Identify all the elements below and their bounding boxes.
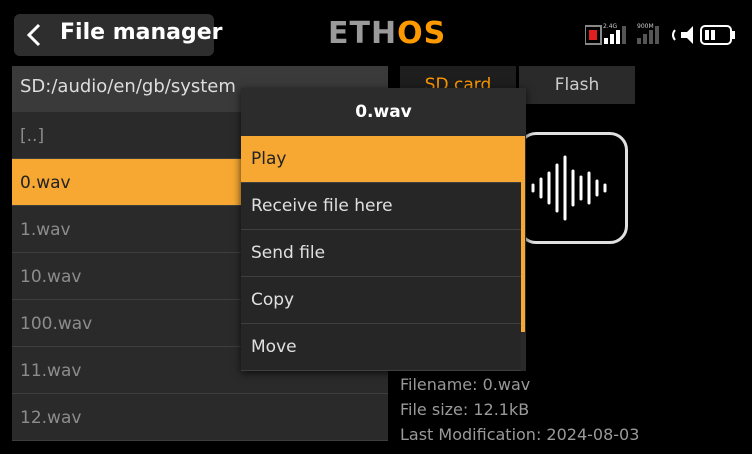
file-info: Filename: 0.wav File size: 12.1kB Last M…	[400, 372, 639, 447]
signal-2.4g-icon: 2.4G	[603, 23, 626, 44]
status-bar: 2.4G 900M	[584, 20, 740, 50]
menu-item-move[interactable]: Move	[241, 324, 521, 371]
volume-icon	[672, 26, 693, 44]
file-info-modified: Last Modification: 2024-08-03	[400, 425, 640, 444]
context-menu-title: 0.wav	[241, 88, 526, 136]
path-text: SD:/audio/en/gb/system	[20, 76, 236, 97]
file-info-filename: Filename: 0.wav	[400, 375, 531, 394]
audio-wave-icon	[518, 132, 628, 244]
header: File manager ETHOS 2.4G 900M	[0, 0, 752, 66]
file-item-12-wav[interactable]: 12.wav	[12, 394, 388, 441]
menu-item-receive-file[interactable]: Receive file here	[241, 183, 521, 230]
record-icon	[584, 25, 602, 45]
chevron-left-icon	[26, 23, 41, 47]
signal-label-900m: 900M	[637, 23, 654, 30]
menu-item-copy[interactable]: Copy	[241, 277, 521, 324]
page-title: File manager	[60, 20, 223, 45]
context-menu: 0.wav Play Receive file here Send file C…	[241, 88, 526, 371]
back-button[interactable]	[14, 14, 54, 56]
battery-icon	[700, 25, 735, 45]
signal-label-2.4g: 2.4G	[603, 23, 618, 30]
tab-flash[interactable]: Flash	[519, 66, 635, 104]
file-info-size: File size: 12.1kB	[400, 400, 530, 419]
ethos-logo: ETHOS	[328, 16, 447, 51]
menu-item-play[interactable]: Play	[241, 136, 521, 183]
menu-item-send-file[interactable]: Send file	[241, 230, 521, 277]
signal-900m-icon: 900M	[637, 23, 659, 44]
scrollbar[interactable]	[521, 136, 525, 332]
